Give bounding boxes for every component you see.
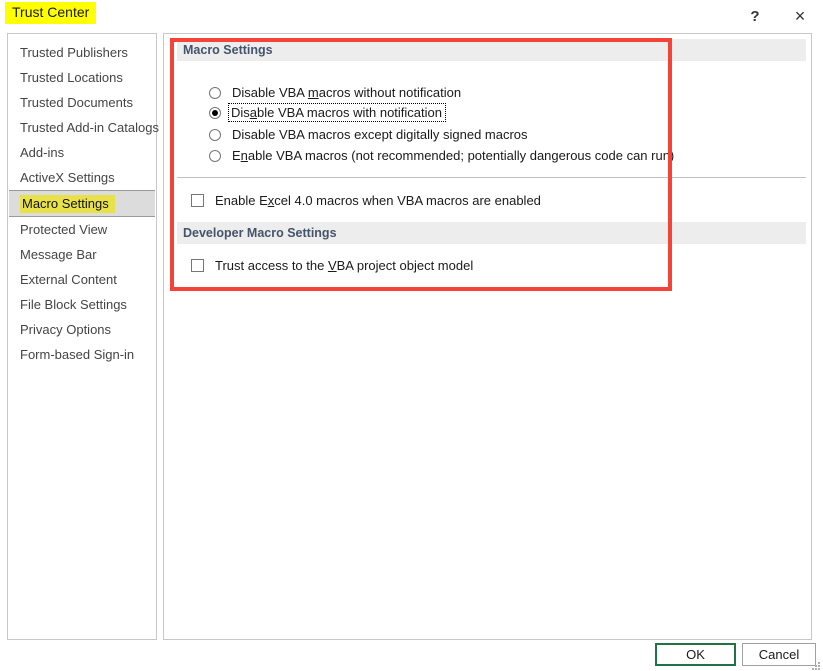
sidebar-item-label: Trusted Add-in Catalogs	[20, 120, 159, 135]
ok-button[interactable]: OK	[655, 643, 736, 666]
radio-button-icon[interactable]	[209, 149, 221, 162]
checkbox-icon[interactable]	[191, 259, 204, 272]
sidebar-item-external-content[interactable]: External Content	[8, 267, 156, 292]
checkbox-enable-excel-4-macros[interactable]: Enable Excel 4.0 macros when VBA macros …	[191, 192, 544, 209]
sidebar-item-label: Message Bar	[20, 247, 97, 262]
section-header-developer-macro-settings: Developer Macro Settings	[177, 222, 806, 244]
sidebar-item-trusted-publishers[interactable]: Trusted Publishers	[8, 40, 156, 65]
section-header-label: Macro Settings	[183, 43, 273, 57]
sidebar-item-label: Add-ins	[20, 145, 65, 160]
sidebar-item-protected-view[interactable]: Protected View	[8, 217, 156, 242]
category-sidebar[interactable]: Trusted Publishers Trusted Locations Tru…	[7, 33, 159, 640]
sidebar-item-label: File Block Settings	[20, 297, 127, 312]
radio-label: Disable VBA macros without notification	[232, 85, 462, 100]
checkbox-trust-access-vba-project[interactable]: Trust access to the VBA project object m…	[191, 257, 476, 274]
resize-grip[interactable]	[812, 662, 821, 671]
sidebar-item-label: Macro Settings	[20, 194, 115, 213]
radio-disable-with-notification[interactable]: Disable VBA macros with notification	[209, 103, 446, 122]
radio-disable-except-signed[interactable]: Disable VBA macros except digitally sign…	[209, 126, 531, 143]
section-divider	[177, 177, 806, 178]
radio-label: Enable VBA macros (not recommended; pote…	[232, 148, 675, 163]
sidebar-item-privacy-options[interactable]: Privacy Options	[8, 317, 156, 342]
title-bar: Trust Center ? ×	[0, 0, 823, 33]
sidebar-item-add-ins[interactable]: Add-ins	[8, 140, 156, 165]
sidebar-item-label: Trusted Locations	[20, 70, 123, 85]
help-icon[interactable]: ?	[735, 0, 775, 35]
sidebar-item-file-block-settings[interactable]: File Block Settings	[8, 292, 156, 317]
sidebar-item-label: External Content	[20, 272, 117, 287]
checkbox-icon[interactable]	[191, 194, 204, 207]
settings-panel: Macro Settings Disable VBA macros withou…	[163, 33, 812, 640]
radio-enable-all-macros[interactable]: Enable VBA macros (not recommended; pote…	[209, 147, 677, 164]
sidebar-item-label: Trusted Publishers	[20, 45, 128, 60]
sidebar-item-activex-settings[interactable]: ActiveX Settings	[8, 165, 156, 190]
checkbox-label: Enable Excel 4.0 macros when VBA macros …	[215, 193, 541, 208]
sidebar-item-trusted-add-in-catalogs[interactable]: Trusted Add-in Catalogs	[8, 115, 159, 140]
section-header-label: Developer Macro Settings	[183, 226, 337, 240]
sidebar-item-label: Form-based Sign-in	[20, 347, 135, 362]
radio-disable-without-notification[interactable]: Disable VBA macros without notification	[209, 84, 464, 101]
close-icon[interactable]: ×	[780, 0, 820, 33]
radio-label: Disable VBA macros except digitally sign…	[232, 127, 528, 142]
cancel-button[interactable]: Cancel	[742, 643, 816, 666]
checkbox-label: Trust access to the VBA project object m…	[215, 258, 474, 273]
radio-button-icon[interactable]	[209, 106, 221, 119]
sidebar-item-label: ActiveX Settings	[20, 170, 115, 185]
radio-button-icon[interactable]	[209, 128, 221, 141]
radio-button-icon[interactable]	[209, 86, 221, 99]
radio-label: Disable VBA macros with notification	[228, 103, 446, 122]
sidebar-item-form-based-sign-in[interactable]: Form-based Sign-in	[8, 342, 156, 367]
sidebar-item-trusted-documents[interactable]: Trusted Documents	[8, 90, 156, 115]
sidebar-item-macro-settings[interactable]: Macro Settings	[9, 190, 155, 217]
section-header-macro-settings: Macro Settings	[177, 39, 806, 61]
sidebar-item-label: Trusted Documents	[20, 95, 133, 110]
dialog-title: Trust Center	[5, 2, 97, 24]
sidebar-item-message-bar[interactable]: Message Bar	[8, 242, 156, 267]
sidebar-item-label: Privacy Options	[20, 322, 112, 337]
sidebar-item-label: Protected View	[20, 222, 108, 237]
sidebar-item-trusted-locations[interactable]: Trusted Locations	[8, 65, 156, 90]
